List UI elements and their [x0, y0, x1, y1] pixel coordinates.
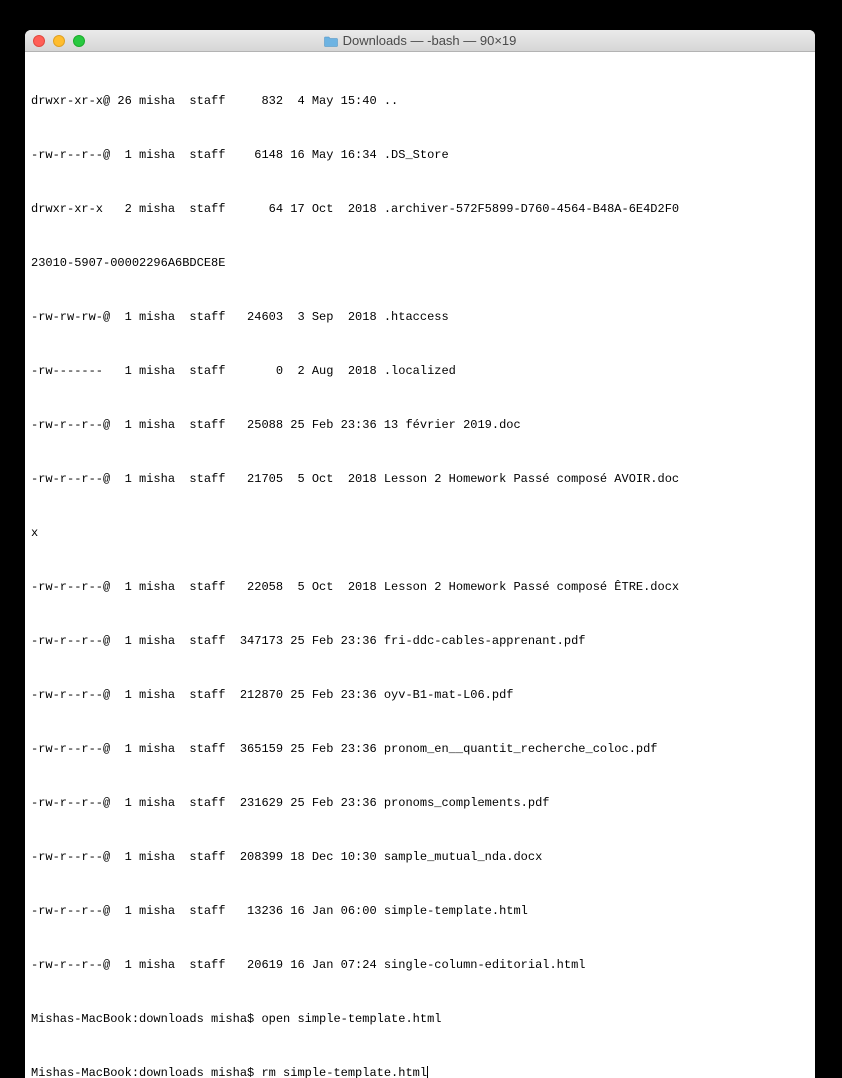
- terminal-line: -rw-r--r--@ 1 misha staff 365159 25 Feb …: [31, 740, 809, 758]
- terminal-line: -rw-r--r--@ 1 misha staff 21705 5 Oct 20…: [31, 470, 809, 488]
- window-title: Downloads — -bash — 90×19: [25, 33, 815, 48]
- terminal-line: -rw-r--r--@ 1 misha staff 347173 25 Feb …: [31, 632, 809, 650]
- terminal-prompt-line: Mishas-MacBook:downloads misha$ open sim…: [31, 1010, 809, 1028]
- cursor: [427, 1066, 428, 1078]
- terminal-line: -rw-r--r--@ 1 misha staff 231629 25 Feb …: [31, 794, 809, 812]
- terminal-line: drwxr-xr-x 2 misha staff 64 17 Oct 2018 …: [31, 200, 809, 218]
- terminal-body[interactable]: drwxr-xr-x@ 26 misha staff 832 4 May 15:…: [25, 52, 815, 1078]
- terminal-line: 23010-5907-00002296A6BDCE8E: [31, 254, 809, 272]
- window-title-text: Downloads — -bash — 90×19: [343, 33, 517, 48]
- terminal-current-line[interactable]: Mishas-MacBook:downloads misha$ rm simpl…: [31, 1064, 809, 1078]
- terminal-window: Downloads — -bash — 90×19 drwxr-xr-x@ 26…: [25, 30, 815, 1078]
- terminal-line: x: [31, 524, 809, 542]
- terminal-line: -rw-rw-rw-@ 1 misha staff 24603 3 Sep 20…: [31, 308, 809, 326]
- close-icon[interactable]: [33, 35, 45, 47]
- maximize-icon[interactable]: [73, 35, 85, 47]
- traffic-lights: [25, 35, 85, 47]
- terminal-line: -rw-r--r--@ 1 misha staff 20619 16 Jan 0…: [31, 956, 809, 974]
- terminal-line: -rw-r--r--@ 1 misha staff 212870 25 Feb …: [31, 686, 809, 704]
- terminal-line: -rw-r--r--@ 1 misha staff 13236 16 Jan 0…: [31, 902, 809, 920]
- titlebar[interactable]: Downloads — -bash — 90×19: [25, 30, 815, 52]
- minimize-icon[interactable]: [53, 35, 65, 47]
- terminal-line: -rw-r--r--@ 1 misha staff 25088 25 Feb 2…: [31, 416, 809, 434]
- terminal-line: -rw-r--r--@ 1 misha staff 208399 18 Dec …: [31, 848, 809, 866]
- terminal-line: -rw------- 1 misha staff 0 2 Aug 2018 .l…: [31, 362, 809, 380]
- folder-icon: [324, 35, 338, 46]
- terminal-line: -rw-r--r--@ 1 misha staff 6148 16 May 16…: [31, 146, 809, 164]
- prompt-prefix: Mishas-MacBook:downloads misha$: [31, 1066, 261, 1078]
- terminal-line: -rw-r--r--@ 1 misha staff 22058 5 Oct 20…: [31, 578, 809, 596]
- terminal-line: drwxr-xr-x@ 26 misha staff 832 4 May 15:…: [31, 92, 809, 110]
- current-command: rm simple-template.html: [261, 1066, 427, 1078]
